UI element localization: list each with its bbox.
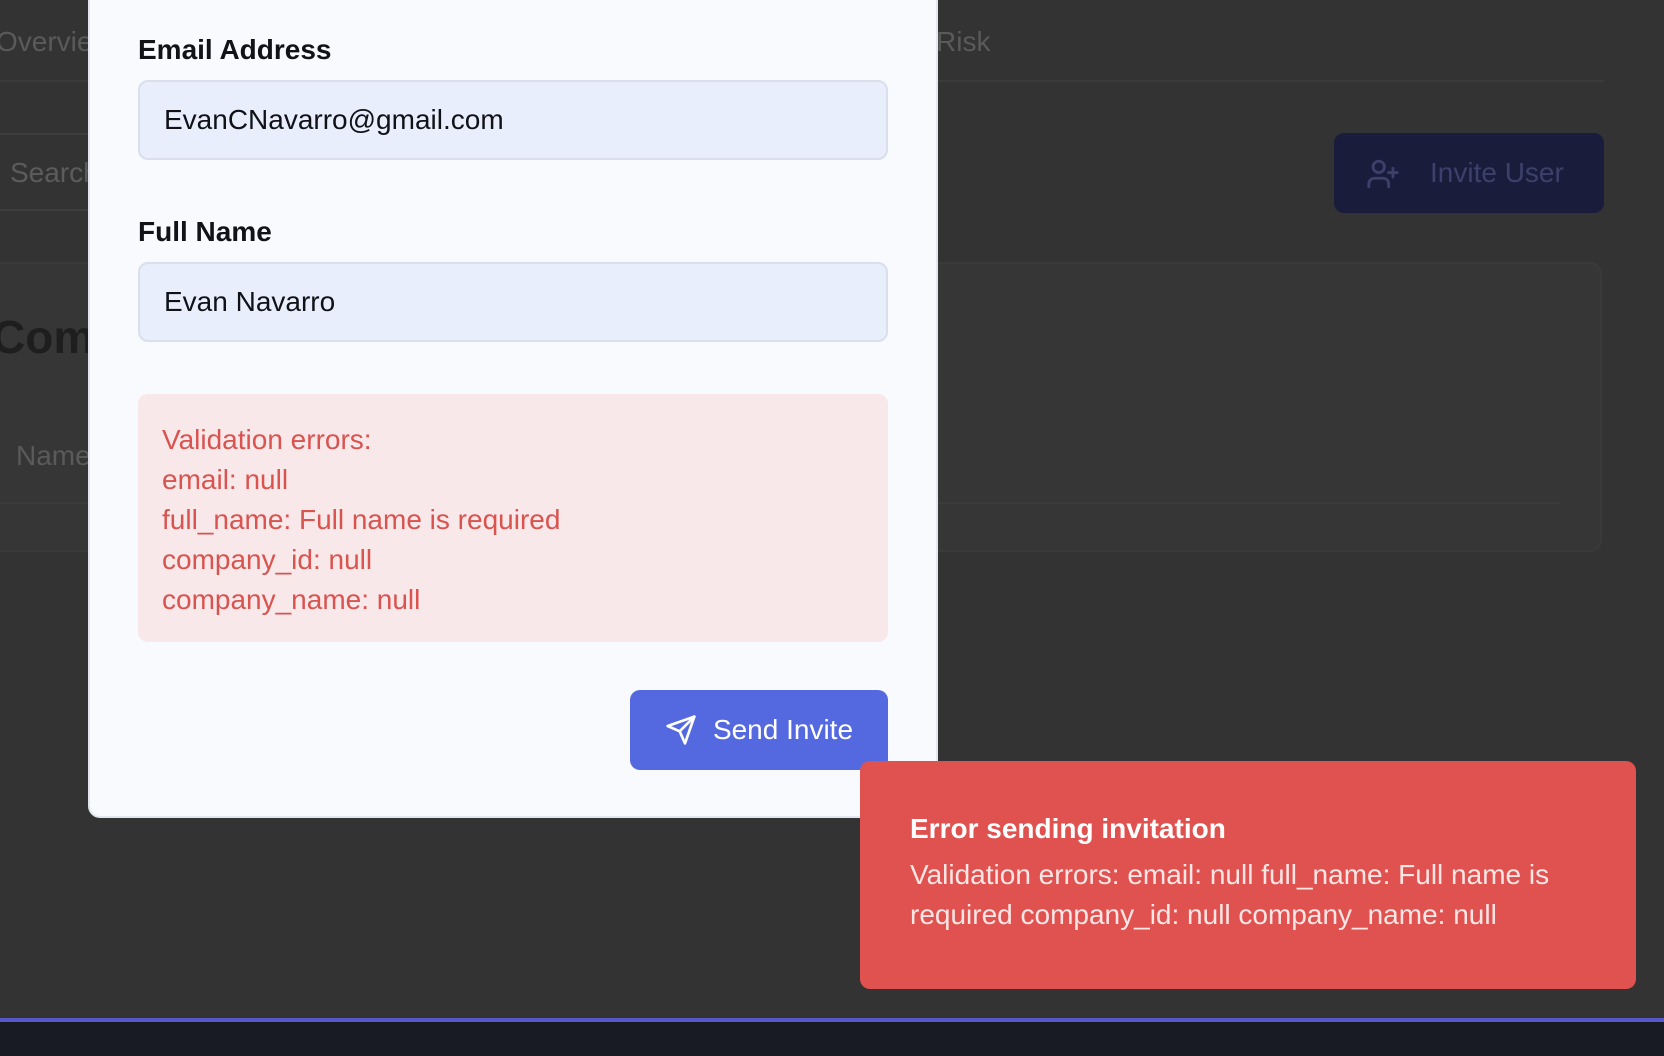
full-name-field[interactable]	[138, 262, 888, 342]
error-line: company_id: null	[162, 544, 373, 575]
tab-risk[interactable]: Risk	[936, 26, 990, 58]
bottom-bar	[0, 1018, 1664, 1056]
full-name-label: Full Name	[138, 216, 272, 247]
error-line: full_name: Full name is required	[162, 504, 561, 535]
search-placeholder: Search	[10, 157, 99, 188]
send-invite-button[interactable]: Send Invite	[630, 690, 888, 770]
send-icon	[666, 715, 696, 745]
error-toast[interactable]: Error sending invitation Validation erro…	[860, 761, 1636, 989]
send-invite-label: Send Invite	[712, 714, 854, 745]
invite-user-modal: Email Address Full Name Validation error…	[88, 0, 938, 818]
error-line: email: null	[162, 464, 289, 495]
user-plus-icon	[1367, 159, 1399, 189]
email-label: Email Address	[138, 34, 332, 65]
invite-user-button[interactable]: Invite User	[1334, 133, 1604, 213]
toast-title: Error sending invitation	[910, 813, 1226, 844]
column-header-name: Name	[16, 440, 91, 471]
validation-error-box: Validation errors: email: null full_name…	[138, 394, 888, 642]
invite-user-label: Invite User	[1430, 157, 1564, 188]
email-field[interactable]	[138, 80, 888, 160]
error-line: Validation errors:	[162, 424, 372, 455]
error-line: company_name: null	[162, 584, 421, 615]
toast-message: Validation errors: email: null full_name…	[910, 859, 1550, 930]
